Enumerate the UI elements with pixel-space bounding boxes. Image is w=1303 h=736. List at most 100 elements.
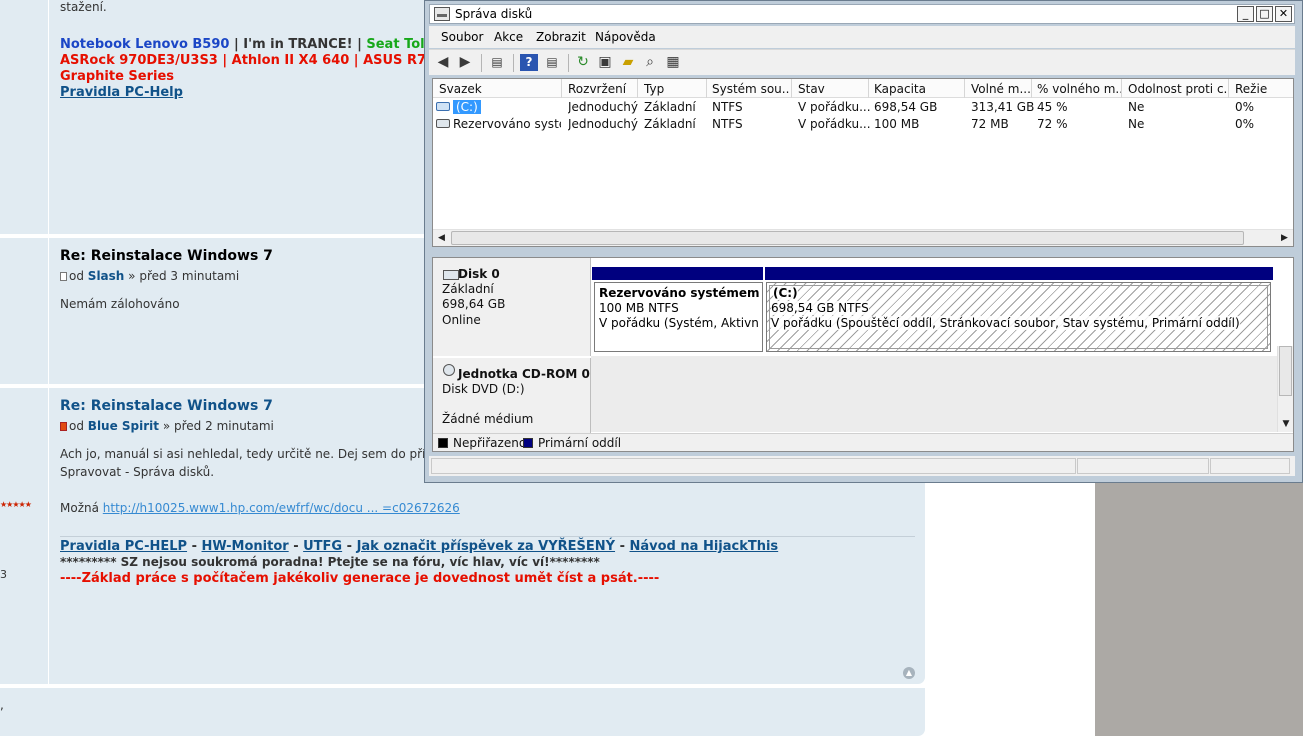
scroll-left-icon[interactable]: ◀ (433, 230, 450, 247)
rescan-disks-icon[interactable]: ▣ (596, 54, 614, 71)
back-to-top-icon[interactable]: ▲ (903, 667, 915, 679)
author-link[interactable]: Slash (88, 269, 125, 283)
disk0-name: Disk 0 (458, 267, 500, 281)
legend-swatch-unallocated (438, 438, 448, 448)
minimize-button[interactable]: _ (1237, 6, 1254, 22)
partition-c-bar (765, 267, 1273, 280)
disk0-type: Základní (442, 282, 494, 296)
back-arrow-icon[interactable]: ◀ (434, 54, 452, 71)
toolbar: ◀ ▶ ▤ ? ▤ ↻ ▣ ▰ ⌕ ▦ (429, 49, 1295, 75)
col-rozvrzeni[interactable]: Rozvržení (568, 82, 636, 96)
legend-primary: Primární oddíl (538, 436, 622, 450)
forward-arrow-icon[interactable]: ▶ (456, 54, 474, 71)
col-svazek[interactable]: Svazek (439, 82, 559, 96)
menu-napoveda[interactable]: Nápověda (595, 30, 656, 44)
post-title[interactable]: Re: Reinstalace Windows 7 (60, 248, 273, 264)
col-kapacita[interactable]: Kapacita (874, 82, 962, 96)
legend-swatch-primary (523, 438, 533, 448)
left-marker: 3 (0, 568, 7, 581)
disk-management-icon (434, 7, 450, 21)
signature-line-3: ----Základ práce s počítačem jakékoliv g… (60, 571, 660, 586)
disk-graphical-view: Disk 0 Základní 698,64 GB Online Rezervo… (432, 257, 1294, 452)
volume-list: Svazek Rozvržení Typ Systém sou... Stav … (432, 78, 1294, 247)
scroll-down-icon[interactable]: ▼ (1278, 416, 1294, 432)
col-system[interactable]: Systém sou... (712, 82, 790, 96)
author-link[interactable]: Blue Spirit (88, 419, 159, 433)
maximize-button[interactable]: □ (1256, 6, 1273, 22)
signature-line-2: ********* SZ nejsou soukromá poradna! Pt… (60, 555, 600, 569)
disk0-info[interactable]: Disk 0 Základní 698,64 GB Online (433, 258, 591, 356)
show-hide-tree-icon[interactable]: ▤ (488, 54, 506, 71)
properties-pane-icon[interactable]: ▤ (543, 54, 561, 71)
col-stav[interactable]: Stav (798, 82, 868, 96)
drive-icon (436, 102, 450, 111)
menu-akce[interactable]: Akce (494, 30, 523, 44)
volume-list-header: Svazek Rozvržení Typ Systém sou... Stav … (433, 79, 1293, 98)
disk0-status: Online (442, 313, 481, 327)
col-odolnost[interactable]: Odolnost proti c... (1128, 82, 1228, 96)
signature-divider (60, 536, 915, 537)
refresh-icon[interactable]: ↻ (574, 54, 592, 71)
scroll-right-icon[interactable]: ▶ (1276, 230, 1293, 247)
status-bar (429, 456, 1295, 476)
cdrom-empty-area (591, 356, 1279, 432)
post-body-line-2: Spravovat - Správa disků. (60, 465, 215, 479)
col-procento-volneho[interactable]: % volného m... (1037, 82, 1121, 96)
disk-management-window: Správa disků _ □ ✕ Soubor Akce Zobrazit … (424, 0, 1303, 483)
partition-reserved[interactable]: Rezervováno systémem 100 MB NTFS V pořád… (594, 282, 763, 352)
legend-unallocated: Nepřiřazeno (453, 436, 527, 450)
sig-link-rules[interactable]: Pravidla PC-HELP (60, 539, 187, 554)
signature-links: Pravidla PC-HELP - HW-Monitor - UTFG - J… (60, 539, 779, 554)
post-body: Nemám zálohováno (60, 297, 180, 311)
disk0-size: 698,64 GB (442, 297, 506, 311)
signature-line-1: Notebook Lenovo B590 | I'm in TRANCE! | … (60, 37, 452, 52)
volume-row-c[interactable]: (C:) Jednoduchý Základní NTFS V pořádku.… (433, 98, 1293, 115)
post-body-line-1: Ach jo, manuál si asi nehledal, tedy urč… (60, 447, 429, 461)
vertical-scrollbar[interactable]: ▼ (1277, 346, 1293, 432)
partition-reserved-bar (592, 267, 763, 280)
post-text: stažení. (60, 0, 107, 14)
sig-link-solved[interactable]: Jak označit příspěvek za VYŘEŠENÝ (357, 539, 615, 554)
col-typ[interactable]: Typ (644, 82, 704, 96)
open-folder-icon[interactable]: ▰ (619, 54, 637, 71)
sig-link-hijackthis[interactable]: Návod na HijackThis (630, 539, 779, 554)
post-title[interactable]: Re: Reinstalace Windows 7 (60, 398, 273, 414)
cdrom-icon (443, 364, 455, 376)
horizontal-scrollbar[interactable]: ◀ ▶ (433, 229, 1293, 246)
hp-support-link[interactable]: http://h10025.www1.hp.com/ewfrf/wc/docu … (103, 501, 460, 515)
hard-disk-icon (443, 270, 459, 280)
rules-link[interactable]: Pravidla PC-Help (60, 85, 183, 100)
properties-icon[interactable]: ▦ (664, 54, 682, 71)
partition-c[interactable]: (C:) 698,54 GB NTFS V pořádku (Spouštěcí… (766, 282, 1271, 352)
signature-line-2: ASRock 970DE3/U3S3 | Athlon II X4 640 | … (60, 53, 440, 68)
post-meta: od Blue Spirit » před 2 minutami (60, 419, 274, 433)
window-title: Správa disků (455, 7, 533, 21)
menu-bar: Soubor Akce Zobrazit Nápověda (429, 26, 1295, 48)
volume-row-reserved[interactable]: Rezervováno systé... Jednoduchý Základní… (433, 115, 1293, 132)
menu-zobrazit[interactable]: Zobrazit (536, 30, 586, 44)
cdrom-name: Jednotka CD-ROM 0 (458, 367, 590, 381)
post-meta: od Slash » před 3 minutami (60, 269, 239, 283)
col-rezie[interactable]: Režie (1235, 82, 1285, 96)
scroll-thumb[interactable] (1279, 346, 1292, 396)
cdrom-status: Žádné médium (442, 412, 534, 426)
title-bar[interactable]: Správa disků _ □ ✕ (429, 4, 1295, 24)
cdrom-info[interactable]: Jednotka CD-ROM 0 Disk DVD (D:) Žádné mé… (433, 358, 591, 433)
help-icon[interactable]: ? (520, 54, 538, 71)
scroll-thumb[interactable] (451, 231, 1244, 245)
menu-soubor[interactable]: Soubor (441, 30, 483, 44)
cdrom-type: Disk DVD (D:) (442, 382, 525, 396)
post-icon (60, 272, 67, 281)
drive-icon (436, 119, 450, 128)
col-volne[interactable]: Volné m... (971, 82, 1033, 96)
post-icon (60, 422, 67, 431)
sig-link-hwmonitor[interactable]: HW-Monitor (202, 539, 289, 554)
close-button[interactable]: ✕ (1275, 6, 1292, 22)
sig-link-utfg[interactable]: UTFG (303, 539, 342, 554)
rank-stars: ★★★★★ (0, 500, 32, 509)
forum-post-next: , (0, 688, 925, 736)
post-body-link-line: Možná http://h10025.www1.hp.com/ewfrf/wc… (60, 501, 460, 515)
search-icon[interactable]: ⌕ (641, 54, 659, 71)
signature-line-3: Graphite Series (60, 69, 175, 84)
legend: Nepřiřazeno Primární oddíl (433, 433, 1293, 451)
